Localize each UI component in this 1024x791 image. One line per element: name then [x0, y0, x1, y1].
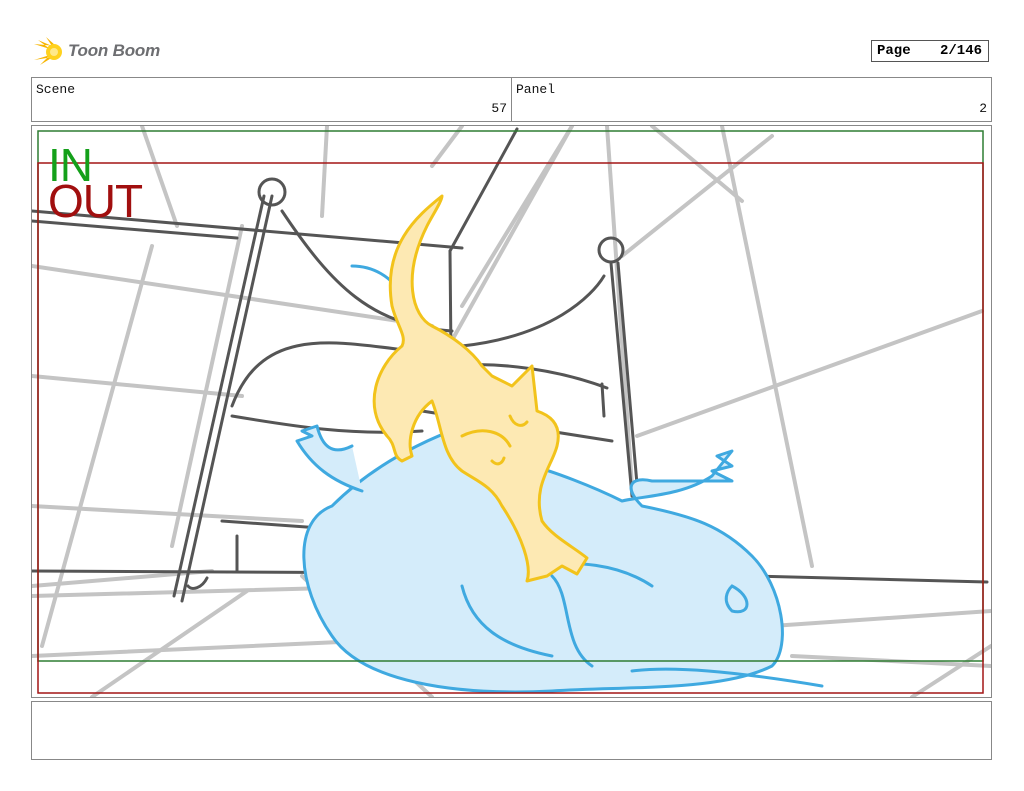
panel-sketch — [32, 126, 991, 697]
out-frame-label: OUT — [48, 175, 143, 227]
scene-panel-row: Scene 57 Panel 2 — [31, 77, 992, 122]
page-indicator: Page 2/146 — [871, 40, 989, 62]
page-label: Page — [877, 43, 911, 59]
logo-text: Toon Boom — [68, 41, 160, 60]
page-value: 2/146 — [939, 43, 982, 59]
panel-label: Panel — [516, 82, 556, 97]
panel-cell: Panel 2 — [511, 78, 991, 121]
toon-boom-logo: Toon Boom — [32, 36, 162, 68]
panel-notes-box — [31, 701, 992, 760]
storyboard-panel: IN OUT — [31, 125, 992, 698]
panel-value: 2 — [979, 101, 987, 116]
toon-boom-logo-icon — [34, 37, 62, 65]
scene-label: Scene — [36, 82, 76, 97]
scene-value: 57 — [491, 101, 507, 116]
scene-cell: Scene 57 — [32, 78, 511, 121]
